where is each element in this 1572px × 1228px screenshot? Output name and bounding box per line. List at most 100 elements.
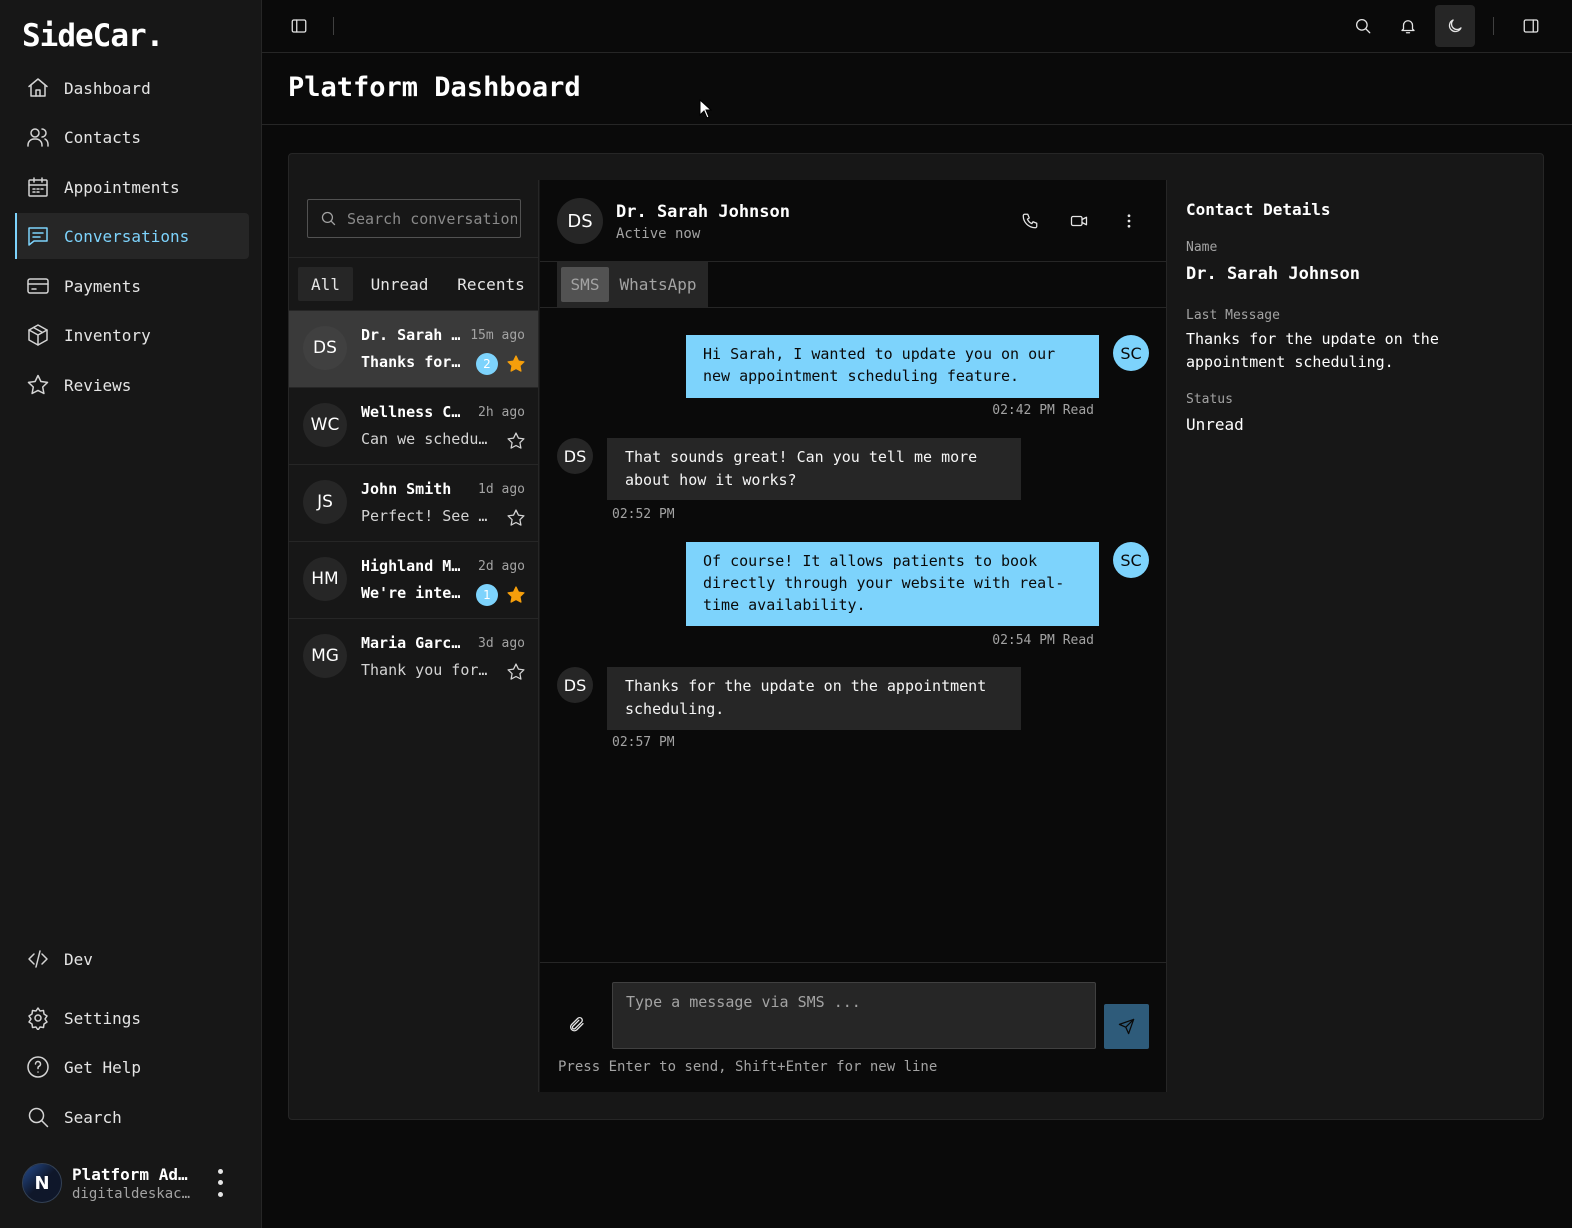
conversation-item[interactable]: DS Dr. Sarah Johnson 15m ago Thanks for … bbox=[289, 311, 538, 388]
avatar: SC bbox=[1113, 335, 1149, 371]
status-value: Unread bbox=[1186, 415, 1244, 434]
sidebar-item-contacts[interactable]: Contacts bbox=[15, 114, 249, 160]
paperclip-icon bbox=[570, 1016, 584, 1032]
sidebar-item-conversations[interactable]: Conversations bbox=[15, 213, 249, 259]
conversation-search[interactable] bbox=[307, 199, 521, 238]
sidebar-item-label: Inventory bbox=[64, 325, 151, 345]
sidebar-item-reviews[interactable]: Reviews bbox=[15, 362, 249, 408]
avatar: DS bbox=[557, 667, 593, 703]
code-icon bbox=[25, 946, 51, 972]
message-bubble-outgoing: Hi Sarah, I wanted to update you on our … bbox=[686, 335, 1099, 398]
status-label: Status bbox=[1186, 392, 1233, 407]
conversation-item[interactable]: JS John Smith 1d ago Perfect! See you th… bbox=[289, 465, 538, 542]
conversation-name: John Smith bbox=[361, 480, 452, 498]
unread-badge: 1 bbox=[476, 584, 498, 606]
sidebar-item-label: Payments bbox=[64, 276, 142, 296]
avatar: MG bbox=[303, 634, 347, 678]
search-icon bbox=[321, 211, 336, 226]
conversation-item[interactable]: MG Maria Garcia 3d ago Thank you for you… bbox=[289, 619, 538, 696]
divider bbox=[262, 124, 1572, 125]
sidebar-item-label: Get Help bbox=[64, 1057, 142, 1077]
chat-header: DS Dr. Sarah Johnson Active now bbox=[540, 180, 1167, 262]
tab-unread[interactable]: Unread bbox=[362, 267, 437, 301]
conversation-time: 2d ago bbox=[478, 559, 525, 574]
attach-button[interactable] bbox=[568, 1015, 592, 1039]
star-icon[interactable] bbox=[506, 662, 526, 682]
conversation-item[interactable]: WC Wellness Center 2h ago Can we schedul… bbox=[289, 388, 538, 465]
theme-toggle-button[interactable] bbox=[1435, 5, 1475, 47]
sidebar-item-label: Appointments bbox=[64, 177, 180, 197]
message-bubble-incoming: That sounds great! Can you tell me more … bbox=[607, 438, 1021, 500]
message-input[interactable] bbox=[612, 982, 1096, 1049]
video-icon bbox=[1070, 215, 1088, 227]
star-icon[interactable] bbox=[506, 354, 526, 374]
sidebar-item-settings[interactable]: Settings bbox=[15, 995, 249, 1041]
panel-right-icon bbox=[1523, 19, 1539, 33]
avatar: JS bbox=[303, 480, 347, 524]
more-vertical-icon[interactable] bbox=[210, 1166, 230, 1200]
message-icon bbox=[25, 223, 51, 249]
conversation-time: 1d ago bbox=[478, 482, 525, 497]
message-meta: 02:57 PM bbox=[612, 735, 675, 750]
credit-card-icon bbox=[25, 273, 51, 299]
more-options-button[interactable] bbox=[1114, 206, 1144, 236]
tab-recents[interactable]: Recents bbox=[450, 267, 532, 301]
sidebar-item-appointments[interactable]: Appointments bbox=[15, 164, 249, 210]
call-button[interactable] bbox=[1015, 206, 1045, 236]
toggle-sidebar-button[interactable] bbox=[279, 6, 319, 46]
channel-tabs: SMS WhatsApp bbox=[540, 262, 1167, 308]
sidebar-toggle-icon bbox=[291, 19, 307, 33]
tab-all[interactable]: All bbox=[298, 267, 353, 301]
star-icon[interactable] bbox=[506, 431, 526, 451]
page-title: Platform Dashboard bbox=[288, 72, 581, 103]
sidebar-item-dashboard[interactable]: Dashboard bbox=[15, 65, 249, 111]
contact-details-panel: Contact Details Name Dr. Sarah Johnson L… bbox=[1168, 180, 1543, 1092]
help-icon bbox=[25, 1054, 51, 1080]
sidebar-item-label: Search bbox=[64, 1107, 122, 1127]
channel-switcher: SMS WhatsApp bbox=[557, 262, 708, 308]
user-profile[interactable]: N Platform Ad… digitaldeskac… bbox=[22, 1160, 242, 1206]
mouse-cursor-icon bbox=[699, 99, 713, 119]
conversation-name: Wellness Center bbox=[361, 403, 465, 421]
notifications-button[interactable] bbox=[1388, 6, 1428, 46]
sidebar-item-get-help[interactable]: Get Help bbox=[15, 1044, 249, 1090]
sidebar-item-label: Dashboard bbox=[64, 78, 151, 98]
message-meta: 02:52 PM bbox=[612, 507, 675, 522]
sidebar-item-dev[interactable]: Dev bbox=[15, 936, 249, 982]
app-logo[interactable]: SideCar. bbox=[22, 18, 164, 54]
sidebar-item-payments[interactable]: Payments bbox=[15, 263, 249, 309]
search-input[interactable] bbox=[347, 209, 517, 228]
tab-whatsapp[interactable]: WhatsApp bbox=[613, 267, 703, 302]
moon-icon bbox=[1448, 19, 1462, 33]
user-info: Platform Ad… digitaldeskac… bbox=[72, 1165, 200, 1202]
contact-status: Active now bbox=[616, 226, 701, 242]
conversation-name: Maria Garcia bbox=[361, 634, 465, 652]
sidebar-item-label: Conversations bbox=[64, 226, 190, 246]
calendar-icon bbox=[25, 174, 51, 200]
star-icon[interactable] bbox=[506, 508, 526, 528]
chat-window: DS Dr. Sarah Johnson Active now SMS What… bbox=[540, 180, 1167, 1092]
sidebar-item-label: Dev bbox=[64, 949, 93, 969]
contact-name: Dr. Sarah Johnson bbox=[616, 202, 790, 222]
message-meta: 02:42 PM Read bbox=[992, 403, 1094, 418]
composer-hint: Press Enter to send, Shift+Enter for new… bbox=[558, 1059, 938, 1075]
star-icon[interactable] bbox=[506, 585, 526, 605]
conversation-name: Dr. Sarah Johnson bbox=[361, 326, 465, 344]
send-icon bbox=[1118, 1018, 1135, 1035]
sidebar-item-search[interactable]: Search bbox=[15, 1094, 249, 1140]
conversation-preview: Can we schedule a call? bbox=[361, 430, 495, 448]
send-button[interactable] bbox=[1104, 1004, 1149, 1049]
toggle-panel-button[interactable] bbox=[1511, 6, 1551, 46]
name-value: Dr. Sarah Johnson bbox=[1186, 264, 1360, 284]
conversation-item[interactable]: HM Highland Medical 2d ago We're interes… bbox=[289, 542, 538, 619]
message-composer: Press Enter to send, Shift+Enter for new… bbox=[540, 962, 1167, 1092]
last-message-label: Last Message bbox=[1186, 308, 1280, 323]
users-icon bbox=[25, 124, 51, 150]
top-bar bbox=[262, 0, 1572, 53]
video-call-button[interactable] bbox=[1064, 206, 1094, 236]
search-button[interactable] bbox=[1343, 6, 1383, 46]
sidebar-item-inventory[interactable]: Inventory bbox=[15, 312, 249, 358]
avatar: N bbox=[22, 1163, 62, 1203]
tab-sms[interactable]: SMS bbox=[561, 267, 609, 302]
last-message-value: Thanks for the update on the appointment… bbox=[1186, 330, 1439, 371]
